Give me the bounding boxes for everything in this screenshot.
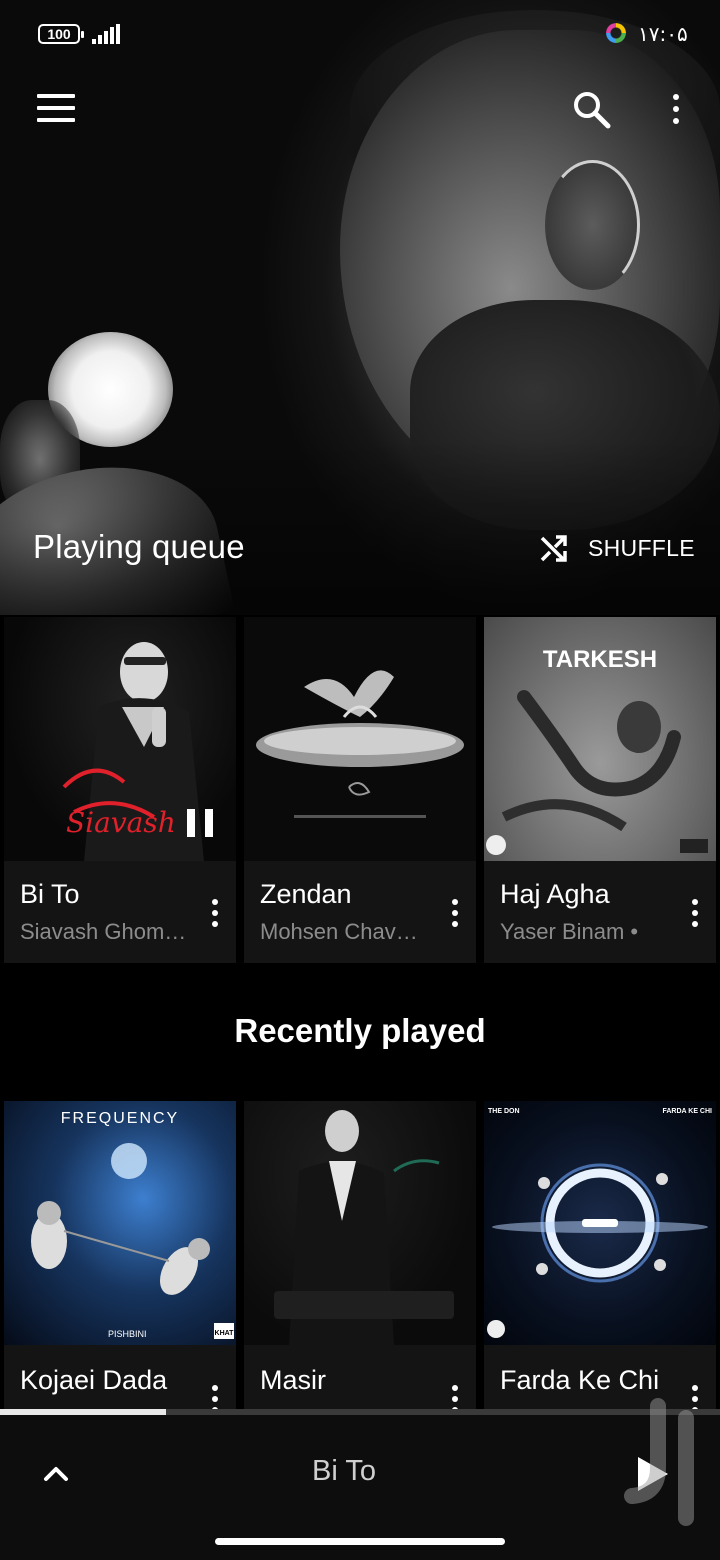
shuffle-button[interactable]: SHUFFLE [538,530,695,566]
track-artist: Mohsen Chavoshi [260,919,428,944]
status-time: ۱۷:۰۵ [638,22,688,46]
track-title: Farda Ke Chi [500,1365,660,1395]
album-art [244,617,476,861]
queue-card[interactable]: TARKESH Haj Agha Yaser Binam • [484,617,716,963]
track-artist: Siavash Ghomayshi [20,919,188,944]
svg-text:Siavash: Siavash [66,806,176,839]
svg-text:FREQUENCY: FREQUENCY [61,1110,179,1127]
pause-icon[interactable] [187,809,213,837]
playing-queue-title: Playing queue [33,528,245,565]
track-options-icon[interactable] [204,895,226,931]
album-art-illustration [274,1110,454,1345]
shuffle-icon [540,535,567,562]
svg-text:KHAT: KHAT [215,1330,235,1337]
track-options-icon[interactable] [444,895,466,931]
recently-played-title: Recently played [234,1012,486,1049]
app-notification-icon [606,23,626,43]
track-options-icon[interactable] [204,1381,226,1409]
track-artist: Yaser Binam • [500,919,639,944]
recent-card[interactable]: FREQUENCY PISHBINI KHAT Kojaei Dada [4,1101,236,1409]
album-art: TARKESH [484,617,716,861]
menu-icon[interactable] [37,94,75,122]
album-art: THE DON FARDA KE CHI [484,1101,716,1345]
shuffle-label: SHUFFLE [588,534,695,561]
search-icon[interactable] [570,88,612,130]
status-bar: 100 ۱۷:۰۵ [0,18,720,52]
album-art-illustration [256,670,464,818]
album-art [244,1101,476,1345]
more-options-icon[interactable] [668,90,684,128]
track-title: Bi To [20,879,80,909]
artist-hero-image [0,0,720,615]
hero-ear [545,160,640,290]
svg-text:TARKESH: TARKESH [543,646,657,673]
track-title: Haj Agha [500,879,610,909]
track-title: Masir [260,1365,326,1395]
recent-card[interactable]: THE DON FARDA KE CHI Farda Ke Chi [484,1101,716,1409]
now-playing-title: Bi To [312,1455,376,1487]
signal-icon [92,24,122,44]
svg-text:FARDA KE CHI: FARDA KE CHI [662,1108,712,1115]
queue-card[interactable]: Zendan Mohsen Chavoshi [244,617,476,963]
queue-card[interactable]: Siavash Bi To Siavash Ghomayshi [4,617,236,963]
album-art-illustration: FREQUENCY PISHBINI KHAT [31,1110,235,1339]
watermark-logo [610,1398,702,1526]
album-art-illustration: TARKESH [486,646,708,855]
track-title: Kojaei Dada [20,1365,168,1395]
svg-text:PISHBINI: PISHBINI [108,1329,147,1339]
track-options-icon[interactable] [444,1381,466,1409]
home-indicator[interactable] [215,1538,505,1545]
album-art-illustration: THE DON FARDA KE CHI [487,1108,712,1338]
album-art: Siavash [4,617,236,861]
recent-card[interactable]: Masir [244,1101,476,1409]
track-title: Zendan [260,879,352,909]
album-art: FREQUENCY PISHBINI KHAT [4,1101,236,1345]
track-options-icon[interactable] [684,895,706,931]
battery-icon: 100 [38,24,84,44]
svg-text:THE DON: THE DON [488,1108,520,1115]
